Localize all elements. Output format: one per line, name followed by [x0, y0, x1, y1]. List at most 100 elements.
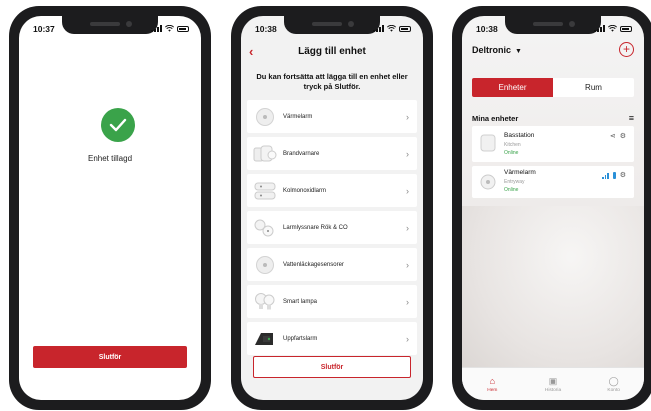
wifi-icon: [608, 25, 617, 32]
device-card[interactable]: Basstation Kitchen Online ⋖ ⚙: [472, 126, 634, 162]
home-icon: ⌂: [489, 375, 496, 386]
cellular-signal-icon: [373, 25, 384, 32]
smart-bulb-icon: [253, 291, 277, 313]
list-item[interactable]: Kolmonoxidlarm ›: [247, 174, 417, 207]
segmented-control: Enheter Rum: [472, 78, 634, 97]
gear-icon[interactable]: ⚙: [620, 171, 626, 179]
nav-bar: ‹ Lägg till enhet: [241, 42, 423, 62]
water-leak-sensor-icon: [253, 254, 277, 276]
status-icons: [373, 25, 411, 32]
tab-label: Hem: [487, 387, 498, 393]
status-bar: 10:38: [462, 16, 644, 42]
status-time: 10:38: [255, 24, 277, 34]
share-icon[interactable]: ⋖: [610, 132, 616, 140]
check-circle-icon: [101, 108, 135, 142]
add-device-icon[interactable]: +: [619, 42, 634, 57]
list-item-label: Larmlyssnare Rök & CO: [283, 224, 348, 231]
home-selector[interactable]: Deltronic ▼: [472, 45, 522, 55]
wifi-icon: [387, 25, 396, 32]
tab-label: Historia: [544, 387, 562, 393]
status-bar: 10:38: [241, 16, 423, 42]
chevron-right-icon: ›: [406, 148, 409, 159]
wifi-icon: [165, 25, 174, 32]
phone-device-added: 10:37 Enhet tillagd Slutför: [9, 6, 211, 410]
status-time: 10:37: [33, 24, 55, 34]
list-item[interactable]: Värmelarm ›: [247, 100, 417, 133]
device-added-message: Enhet tillagd: [87, 154, 133, 163]
battery-icon: [399, 26, 411, 32]
phone-home: 10:38 Deltronic ▼ + Enheter Rum Mina enhe…: [452, 6, 651, 410]
tab-history[interactable]: ▣ Historia: [523, 368, 584, 400]
battery-icon: [177, 26, 189, 32]
screen: 10:38 Deltronic ▼ + Enheter Rum Mina enhe…: [462, 16, 644, 400]
co-alarm-icon: [253, 180, 277, 202]
device-actions: ⋖ ⚙: [610, 132, 626, 140]
history-icon: ▣: [548, 375, 558, 386]
driveway-alarm-icon: [253, 328, 277, 350]
device-status: Online: [504, 150, 519, 156]
chevron-right-icon: ›: [406, 333, 409, 344]
cellular-signal-icon: [151, 25, 162, 32]
gear-icon[interactable]: ⚙: [620, 132, 626, 140]
device-room: Kitchen: [504, 142, 521, 148]
stage: 10:37 Enhet tillagd Slutför 10:38 ‹ Lägg…: [0, 0, 651, 411]
list-item-label: Uppfartslarm: [283, 335, 318, 342]
list-item-label: Brandvarnare: [283, 150, 320, 157]
segment-devices[interactable]: Enheter: [472, 78, 553, 97]
section-title: Mina enheter: [472, 114, 519, 123]
heat-alarm-icon: [480, 173, 496, 191]
list-item[interactable]: Uppfartslarm ›: [247, 322, 417, 355]
page-title: Lägg till enhet: [298, 46, 366, 57]
list-item-label: Värmelarm: [283, 113, 313, 120]
chevron-right-icon: ›: [406, 222, 409, 233]
alarm-listener-icon: [253, 217, 277, 239]
list-item-label: Smart lampa: [283, 298, 318, 305]
menu-icon[interactable]: ≡: [629, 113, 634, 123]
tab-label: Konto: [607, 387, 620, 393]
header: Deltronic ▼ +: [462, 42, 644, 62]
chevron-right-icon: ›: [406, 111, 409, 122]
status-time: 10:38: [476, 24, 498, 34]
hint-text: Du kan fortsätta att lägga till en enhet…: [256, 72, 408, 91]
caret-down-icon: ▼: [515, 48, 522, 55]
chevron-right-icon: ›: [406, 296, 409, 307]
background-image: [462, 206, 644, 376]
list-item[interactable]: Brandvarnare ›: [247, 137, 417, 170]
status-bar: 10:37: [19, 16, 201, 42]
account-icon: ◯: [608, 375, 619, 386]
brand-name: Deltronic: [472, 45, 512, 55]
signal-strength-icon: [601, 172, 609, 179]
base-station-icon: [480, 134, 496, 152]
chevron-right-icon: ›: [406, 185, 409, 196]
screen: 10:38 ‹ Lägg till enhet Du kan fortsätta…: [241, 16, 423, 400]
screen: 10:37 Enhet tillagd Slutför: [19, 16, 201, 400]
device-room: Entryway: [504, 179, 525, 185]
battery-icon: [620, 26, 632, 32]
battery-level-icon: [612, 171, 616, 179]
phone-add-device: 10:38 ‹ Lägg till enhet Du kan fortsätta…: [231, 6, 433, 410]
device-name: Värmelarm: [504, 169, 536, 176]
list-item[interactable]: Larmlyssnare Rök & CO ›: [247, 211, 417, 244]
list-item-label: Vattenläckagesensorer: [283, 261, 344, 268]
status-icons: [594, 25, 632, 32]
finish-button[interactable]: Slutför: [253, 356, 411, 378]
section-header: Mina enheter ≡: [472, 113, 634, 123]
status-icons: [151, 25, 189, 32]
heat-alarm-icon: [253, 106, 277, 128]
smoke-detector-icon: [253, 143, 277, 165]
device-actions: ⚙: [601, 171, 626, 179]
tab-account[interactable]: ◯ Konto: [583, 368, 644, 400]
device-status: Online: [504, 187, 519, 193]
list-item[interactable]: Smart lampa ›: [247, 285, 417, 318]
device-name: Basstation: [504, 132, 535, 139]
list-item-label: Kolmonoxidlarm: [283, 187, 327, 194]
finish-button[interactable]: Slutför: [33, 346, 187, 368]
tab-bar: ⌂ Hem ▣ Historia ◯ Konto: [462, 367, 644, 400]
segment-rooms[interactable]: Rum: [553, 78, 634, 97]
list-item[interactable]: Vattenläckagesensorer ›: [247, 248, 417, 281]
device-card[interactable]: Värmelarm Entryway Online ⚙: [472, 166, 634, 198]
chevron-right-icon: ›: [406, 259, 409, 270]
cellular-signal-icon: [594, 25, 605, 32]
tab-home[interactable]: ⌂ Hem: [462, 368, 523, 400]
device-type-list: Värmelarm › Brandvarnare › Kolmonoxidlar…: [247, 100, 417, 359]
